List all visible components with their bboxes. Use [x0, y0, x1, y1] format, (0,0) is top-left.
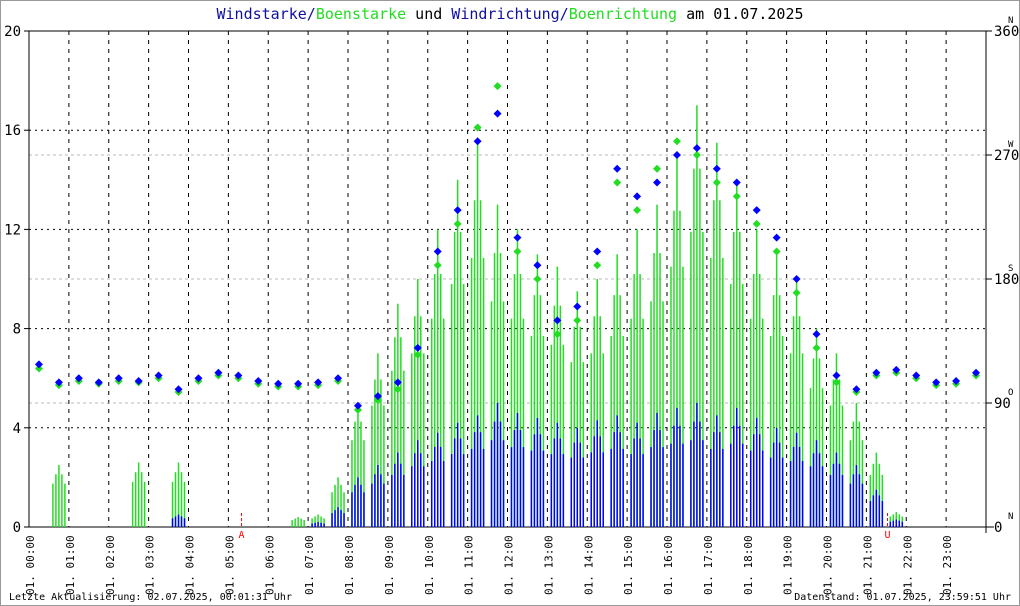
wind-direction-point [533, 261, 542, 270]
wind-direction-point [613, 164, 622, 173]
wind-direction-point [752, 206, 761, 215]
left-tick-label: 8 [13, 322, 21, 338]
compass-label: O [1008, 388, 1013, 398]
x-tick-label: 01. 21:00 [861, 535, 874, 595]
gust-direction-point [533, 275, 542, 283]
gust-direction-point [752, 219, 761, 228]
wind-direction-point [513, 233, 522, 242]
wind-direction-point [453, 206, 462, 215]
chart-plot: 0481216200N90O180S270W360N01. 00:00 01. 0… [4, 16, 1019, 595]
gust-direction-point [692, 151, 701, 159]
gust-direction-point [653, 164, 662, 173]
compass-label: N [1008, 512, 1013, 522]
x-tick-label: 01. 15:00 [622, 535, 635, 595]
wind-direction-point [94, 378, 103, 387]
x-tick-label: 01. 23:00 [941, 535, 954, 595]
gust-direction-point [792, 288, 801, 297]
x-tick-label: 01. 16:00 [662, 535, 675, 595]
wind-direction-point [573, 302, 582, 311]
x-tick-label: 01. 22:00 [901, 535, 914, 595]
data-status-text: Datenstand: 01.07.2025, 23:59:51 Uhr [794, 592, 1011, 603]
right-tick-label: 90 [994, 396, 1011, 412]
wind-direction-point [792, 275, 801, 283]
x-tick-label: 01. 03:00 [144, 535, 157, 595]
left-tick-label: 16 [4, 123, 21, 139]
x-tick-label: 01. 20:00 [822, 535, 835, 595]
x-tick-label: 01. 13:00 [542, 535, 555, 595]
wind-direction-point [832, 371, 841, 380]
x-tick-label: 01. 01:00 [64, 535, 77, 595]
chart-window: Windstarke/Boenstarke und Windrichtung/B… [0, 0, 1020, 606]
gust-direction-point [433, 261, 442, 270]
gust-direction-point [672, 137, 681, 146]
x-tick-label: 01. 08:00 [343, 535, 356, 595]
left-tick-label: 4 [13, 421, 21, 437]
wind-direction-point [672, 151, 681, 159]
x-tick-label: 01. 19:00 [782, 535, 795, 595]
right-tick-label: 180 [994, 272, 1019, 288]
gust-direction-point [593, 261, 602, 270]
gust-direction-point [633, 206, 642, 215]
wind-direction-point [732, 178, 741, 187]
compass-label: S [1008, 264, 1013, 274]
x-tick-label: 01. 10:00 [423, 535, 436, 595]
gust-direction-point [712, 178, 721, 187]
wind-direction-point [134, 376, 143, 385]
wind-direction-point [712, 164, 721, 173]
x-tick-label: 01. 11:00 [463, 535, 476, 595]
wind-direction-point [593, 247, 602, 256]
sun-marker-label: A [239, 530, 245, 541]
wind-direction-point [772, 233, 781, 242]
left-tick-label: 0 [13, 520, 21, 536]
gust-direction-point [513, 247, 522, 256]
gust-direction-point [772, 247, 781, 256]
wind-direction-point [653, 178, 662, 187]
x-tick-label: 01. 00:00 [24, 535, 37, 595]
wind-direction-point [812, 330, 821, 339]
x-tick-label: 01. 04:00 [184, 535, 197, 595]
right-tick-label: 360 [994, 24, 1019, 40]
gust-direction-point [493, 82, 502, 91]
gust-direction-point [453, 219, 462, 228]
wind-direction-point [433, 247, 442, 256]
wind-direction-point [633, 192, 642, 201]
gust-direction-point [573, 316, 582, 325]
sun-marker-label: U [884, 530, 890, 541]
gust-direction-point [613, 178, 622, 187]
gust-direction-point [732, 192, 741, 201]
x-tick-label: 01. 17:00 [702, 535, 715, 595]
wind-direction-point [692, 144, 701, 153]
left-tick-label: 12 [4, 222, 21, 238]
right-tick-label: 0 [994, 520, 1002, 536]
x-tick-label: 01. 05:00 [223, 535, 236, 595]
wind-direction-point [473, 137, 482, 146]
gust-direction-point [812, 343, 821, 352]
compass-label: W [1008, 140, 1014, 150]
wind-direction-point [493, 109, 502, 118]
wind-direction-point [34, 360, 43, 369]
x-tick-label: 01. 18:00 [742, 535, 755, 595]
x-tick-label: 01. 09:00 [383, 535, 396, 595]
last-update-text: Letzte Aktualisierung: 02.07.2025, 00:01… [9, 592, 292, 603]
compass-label: N [1008, 16, 1013, 26]
x-tick-label: 01. 07:00 [303, 535, 316, 595]
x-tick-label: 01. 12:00 [503, 535, 516, 595]
x-tick-label: 01. 14:00 [582, 535, 595, 595]
x-tick-label: 01. 06:00 [263, 535, 276, 595]
x-tick-label: 01. 02:00 [104, 535, 117, 595]
left-tick-label: 20 [4, 24, 21, 40]
right-tick-label: 270 [994, 148, 1019, 164]
